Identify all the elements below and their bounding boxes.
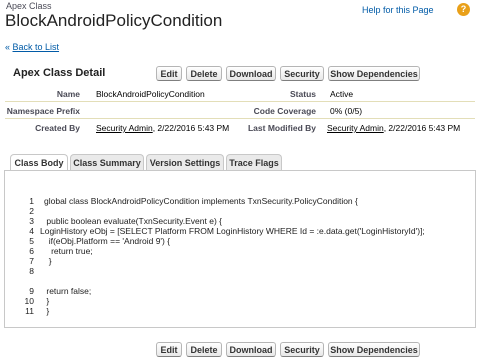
download-button[interactable]: Download xyxy=(226,66,276,81)
line-number: 5 xyxy=(29,236,34,246)
row-divider xyxy=(5,118,475,119)
status-value: Active xyxy=(330,89,354,99)
status-label: Status xyxy=(290,89,316,99)
modified-by-user-link[interactable]: Security Admin xyxy=(327,123,384,133)
back-label[interactable]: Back to List xyxy=(13,42,60,52)
download-button-bottom[interactable]: Download xyxy=(226,342,276,357)
line-number: 3 xyxy=(29,216,34,226)
code-line: global class BlockAndroidPolicyCondition… xyxy=(44,196,358,206)
code-line: return true; xyxy=(44,246,93,256)
code-line: public boolean evaluate(TxnSecurity.Even… xyxy=(44,216,222,226)
back-to-list-link[interactable]: « Back to List xyxy=(5,42,59,52)
back-prefix: « xyxy=(5,42,13,52)
created-by-label: Created By xyxy=(35,123,80,133)
tab-trace-flags[interactable]: Trace Flags xyxy=(226,154,282,170)
code-line: return false; xyxy=(44,286,92,296)
created-date: , 2/22/2016 5:43 PM xyxy=(152,123,230,133)
line-number: 9 xyxy=(29,286,34,296)
modified-by-label: Last Modified By xyxy=(247,123,316,133)
created-by-user-link[interactable]: Security Admin xyxy=(96,123,153,133)
created-by-value: Security Admin, 2/22/2016 5:43 PM xyxy=(96,123,229,133)
edit-button[interactable]: Edit xyxy=(156,66,182,81)
security-button-bottom[interactable]: Security xyxy=(280,342,324,357)
coverage-label: Code Coverage xyxy=(253,106,316,116)
line-number: 6 xyxy=(29,246,34,256)
namespace-label: Namespace Prefix xyxy=(6,106,80,116)
security-button[interactable]: Security xyxy=(280,66,324,81)
tab-class-body[interactable]: Class Body xyxy=(10,154,68,171)
name-label: Name xyxy=(56,89,80,99)
show-dependencies-button-bottom[interactable]: Show Dependencies xyxy=(328,342,420,357)
show-dependencies-button[interactable]: Show Dependencies xyxy=(328,66,420,81)
question-icon[interactable]: ? xyxy=(457,3,470,16)
code-line: LoginHistory eObj = [SELECT Platform FRO… xyxy=(40,226,425,236)
name-value: BlockAndroidPolicyCondition xyxy=(96,89,205,99)
tab-class-summary[interactable]: Class Summary xyxy=(70,154,144,170)
edit-button-bottom[interactable]: Edit xyxy=(156,342,182,357)
object-type-label: Apex Class xyxy=(6,1,52,11)
line-number: 8 xyxy=(29,266,34,276)
code-line: } xyxy=(44,256,52,266)
delete-button[interactable]: Delete xyxy=(186,66,222,81)
code-line: if(eObj.Platform == 'Android 9') { xyxy=(44,236,171,246)
line-number: 7 xyxy=(29,256,34,266)
delete-button-bottom[interactable]: Delete xyxy=(186,342,222,357)
line-number: 11 xyxy=(25,306,34,316)
section-title: Apex Class Detail xyxy=(13,67,106,79)
page-title: BlockAndroidPolicyCondition xyxy=(5,11,223,30)
tab-version-settings[interactable]: Version Settings xyxy=(146,154,224,170)
row-divider xyxy=(5,101,475,102)
line-number: 1 xyxy=(29,196,34,206)
code-line: } xyxy=(44,306,50,316)
line-number: 2 xyxy=(29,206,34,216)
code-line: } xyxy=(44,296,50,306)
line-number: 10 xyxy=(24,296,34,306)
modified-by-value: Security Admin, 2/22/2016 5:43 PM xyxy=(327,123,460,133)
modified-date: , 2/22/2016 5:43 PM xyxy=(383,123,461,133)
line-number: 4 xyxy=(29,226,34,236)
help-link[interactable]: Help for this Page xyxy=(362,5,434,15)
coverage-value: 0% (0/5) xyxy=(330,106,363,116)
